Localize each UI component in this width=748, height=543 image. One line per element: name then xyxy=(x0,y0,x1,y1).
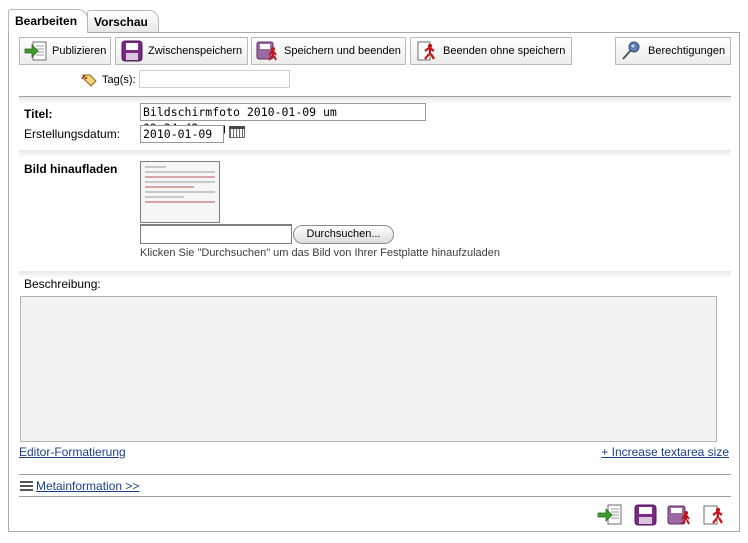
browse-button[interactable]: Durchsuchen... xyxy=(293,225,394,244)
lines-icon xyxy=(20,481,33,491)
exit-runner-icon xyxy=(417,41,435,61)
save-exit-icon xyxy=(256,41,277,61)
title-label: Titel: xyxy=(24,107,53,121)
tab-bar: Bearbeiten Vorschau xyxy=(8,9,159,33)
section-shade xyxy=(19,271,731,278)
tab-bearbeiten[interactable]: Bearbeiten xyxy=(8,9,89,33)
editor-formatting-link[interactable]: Editor-Formatierung xyxy=(19,445,126,459)
save-and-close-button[interactable]: Speichern und beenden xyxy=(251,37,406,65)
metainformation-link[interactable]: Metainformation >> xyxy=(36,479,139,493)
draft-save-button[interactable]: Zwischenspeichern xyxy=(115,37,248,65)
tags-row: Tag(s): xyxy=(81,70,290,90)
upload-image-label: Bild hinaufladen xyxy=(24,162,118,176)
toolbar: Publizieren Zwischenspeichern Speichern … xyxy=(19,37,731,65)
publish-label: Publizieren xyxy=(52,45,107,57)
close-without-saving-label: Beenden ohne speichern xyxy=(443,45,566,57)
tag-icon xyxy=(81,74,97,87)
upload-hint: Klicken Sie "Durchsuchen" um das Bild vo… xyxy=(140,247,501,259)
publish-button[interactable]: Publizieren xyxy=(19,37,111,65)
permissions-button[interactable]: Berechtigungen xyxy=(615,37,731,65)
description-label: Beschreibung: xyxy=(24,277,101,291)
metainformation-toggle[interactable]: Metainformation >> xyxy=(20,479,139,493)
calendar-icon[interactable] xyxy=(229,126,245,138)
creation-date-input[interactable]: 2010-01-09 xyxy=(140,125,224,143)
editor-panel: Publizieren Zwischenspeichern Speichern … xyxy=(8,32,740,532)
creation-date-label: Erstellungsdatum: xyxy=(24,127,121,141)
tags-input[interactable] xyxy=(139,70,290,88)
description-textarea[interactable] xyxy=(20,296,717,442)
close-without-saving-button[interactable]: Beenden ohne speichern xyxy=(410,37,572,65)
section-shade xyxy=(19,150,731,157)
increase-textarea-link[interactable]: + Increase textarea size xyxy=(601,445,729,459)
exit-runner-icon[interactable] xyxy=(701,504,727,526)
tags-label: Tag(s): xyxy=(102,74,136,86)
publish-arrow-icon[interactable] xyxy=(597,504,623,526)
tab-vorschau[interactable]: Vorschau xyxy=(87,10,159,33)
floppy-disk-icon xyxy=(121,40,143,62)
publish-arrow-icon xyxy=(24,41,47,61)
file-path-input[interactable] xyxy=(140,224,292,244)
divider xyxy=(19,474,731,475)
divider xyxy=(19,496,731,497)
title-input[interactable]: Bildschirmfoto 2010-01-09 um 09.34.42.pn… xyxy=(140,103,426,135)
permissions-label: Berechtigungen xyxy=(648,45,726,57)
save-exit-icon[interactable] xyxy=(667,504,693,526)
image-thumbnail xyxy=(140,161,220,223)
draft-save-label: Zwischenspeichern xyxy=(148,45,243,57)
save-and-close-label: Speichern und beenden xyxy=(284,45,401,57)
pin-key-icon xyxy=(622,41,640,60)
floppy-disk-icon[interactable] xyxy=(633,504,659,526)
